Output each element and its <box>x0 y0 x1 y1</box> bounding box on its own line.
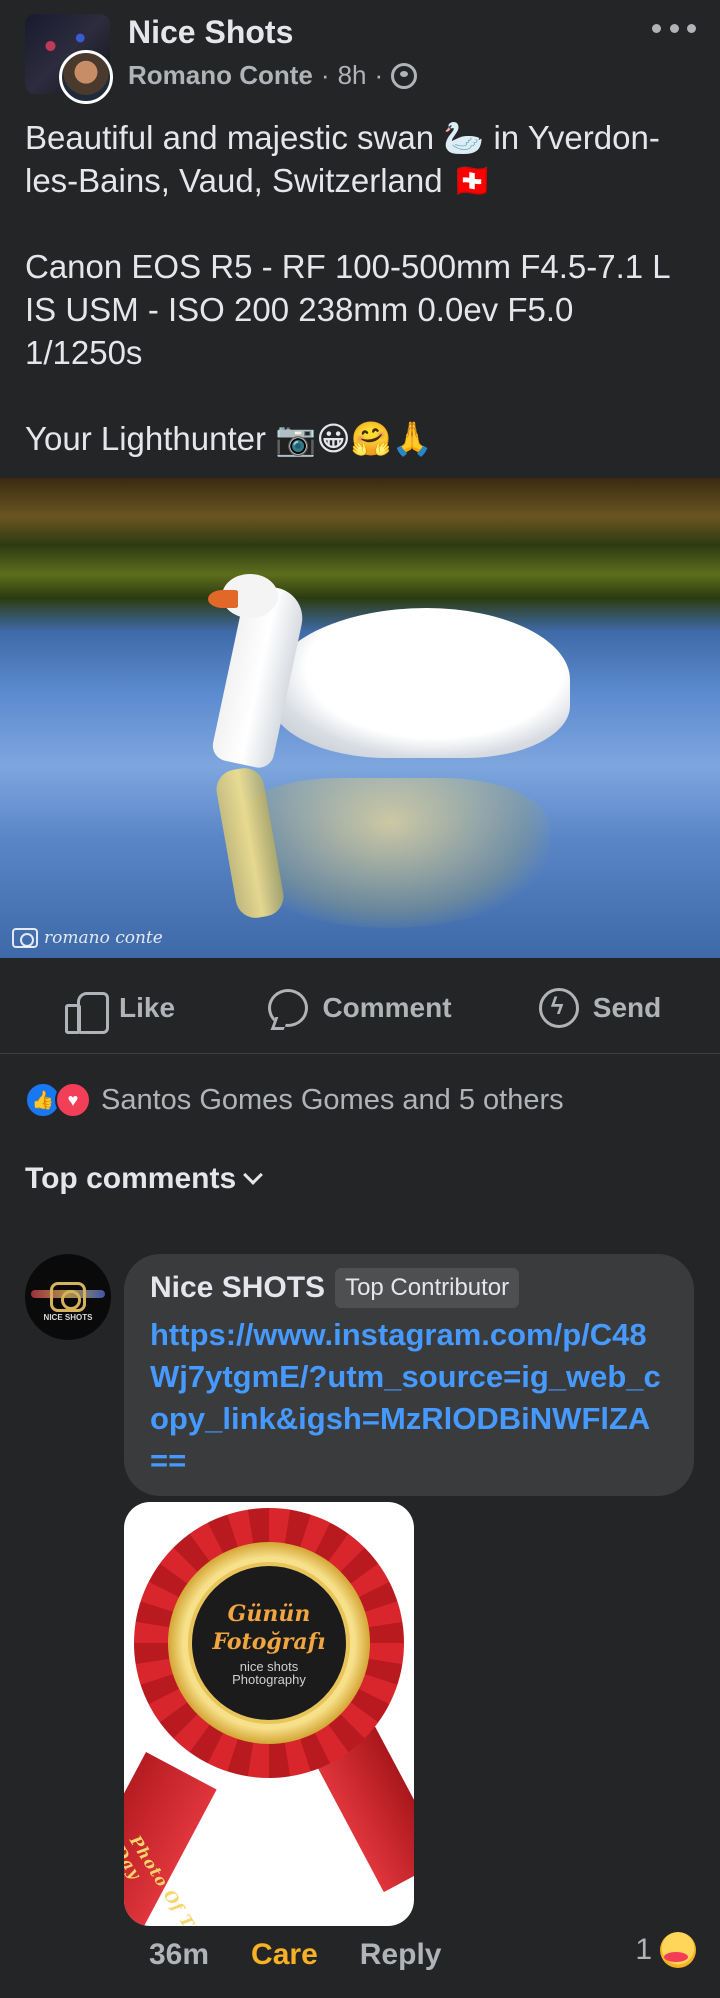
reactions-text: Santos Gomes Gomes and 5 others <box>101 1083 564 1116</box>
comment-link[interactable]: https://www.instagram.com/p/C48Wj7ytgmE/… <box>150 1314 668 1482</box>
comment-button[interactable]: Comment <box>240 962 480 1053</box>
author-avatar[interactable] <box>59 50 113 104</box>
commenter-name[interactable]: Nice SHOTS <box>150 1271 325 1305</box>
swan-body <box>270 608 570 758</box>
reply-button[interactable]: Reply <box>360 1938 442 1972</box>
comment-sticker-image[interactable]: Günün Fotoğrafı nice shots Photography P… <box>124 1502 414 1926</box>
more-options-icon[interactable] <box>652 16 696 40</box>
separator: · <box>320 60 330 90</box>
reaction-icons: 👍 ♥ <box>25 1082 91 1118</box>
top-comments-label: Top comments <box>25 1162 237 1195</box>
author-line: Romano Conte · 8h · <box>128 60 418 91</box>
commenter-avatar[interactable]: NICE SHOTS <box>25 1254 111 1340</box>
medal-center: Günün Fotoğrafı nice shots Photography <box>188 1562 350 1724</box>
send-button[interactable]: Send <box>480 962 720 1053</box>
chevron-down-icon <box>243 1165 264 1185</box>
avatar-text: NICE SHOTS <box>43 1313 93 1322</box>
reaction-count-value: 1 <box>635 1933 652 1966</box>
action-bar: Like Comment Send <box>0 962 720 1054</box>
watermark-text: romano conte <box>44 928 163 948</box>
camera-icon <box>12 928 38 948</box>
like-button[interactable]: Like <box>0 962 240 1053</box>
comment-bubble-icon <box>268 988 309 1027</box>
comment-label: Comment <box>322 991 452 1023</box>
avatar-group[interactable] <box>25 14 113 104</box>
post-photo[interactable]: romano conte <box>0 478 720 958</box>
reactions-summary[interactable]: 👍 ♥ Santos Gomes Gomes and 5 others <box>25 1080 564 1120</box>
messenger-icon <box>538 987 579 1028</box>
like-label: Like <box>118 991 176 1023</box>
comment-meta: 36m Care Reply <box>149 1938 441 1972</box>
comment-time[interactable]: 36m <box>149 1938 209 1972</box>
post-time[interactable]: 8h <box>338 60 367 91</box>
medal-logo: nice shots Photography <box>232 1659 306 1687</box>
top-comments-filter[interactable]: Top comments <box>25 1162 264 1196</box>
post-header: Nice Shots Romano Conte · 8h · <box>0 0 720 110</box>
author-name[interactable]: Romano Conte <box>128 60 313 91</box>
send-label: Send <box>592 991 662 1023</box>
photo-watermark: romano conte <box>12 928 163 948</box>
audience-group-icon <box>391 62 418 89</box>
care-reaction-icon <box>660 1932 696 1968</box>
care-reaction-button[interactable]: Care <box>251 1938 318 1972</box>
medal-title-line1: Günün <box>227 1601 311 1627</box>
swan-beak <box>208 590 238 608</box>
top-contributor-badge[interactable]: Top Contributor <box>335 1268 520 1308</box>
commenter-row: Nice SHOTS Top Contributor <box>150 1268 668 1308</box>
post-text: Beautiful and majestic swan 🦢 in Yverdon… <box>25 119 670 457</box>
camera-icon <box>50 1282 86 1312</box>
separator: · <box>374 60 384 90</box>
medal-title-line2: Fotoğrafı <box>212 1629 326 1655</box>
comment-bubble: Nice SHOTS Top Contributor https://www.i… <box>124 1254 694 1496</box>
group-name[interactable]: Nice Shots <box>128 14 293 51</box>
comment-reaction-count[interactable]: 1 <box>635 1932 696 1968</box>
love-reaction-icon: ♥ <box>55 1082 91 1118</box>
thumbs-up-icon <box>64 988 109 1034</box>
